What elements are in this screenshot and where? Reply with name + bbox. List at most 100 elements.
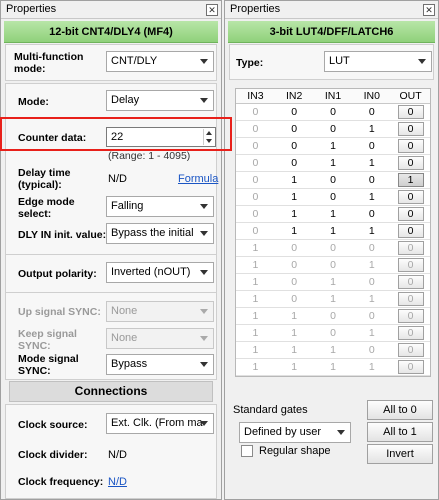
- table-cell: 0: [252, 123, 259, 135]
- clock-frequency-label: Clock frequency:: [18, 476, 104, 488]
- all-to-1-button[interactable]: All to 1: [367, 422, 433, 442]
- out-toggle-button[interactable]: 0: [397, 258, 424, 272]
- edge-mode-select[interactable]: Falling: [106, 196, 214, 217]
- mode-signal-select[interactable]: Bypass: [106, 354, 214, 375]
- table-cell: 1: [330, 208, 336, 220]
- out-toggle-button[interactable]: 0: [397, 309, 424, 323]
- up-signal-select: None: [106, 301, 214, 322]
- type-section: Type: LUT: [229, 44, 434, 80]
- out-toggle-button[interactable]: 0: [397, 122, 424, 136]
- table-cell: 0: [291, 276, 298, 288]
- formula-link[interactable]: Formula: [178, 173, 218, 185]
- table-row: 0 1 1 0 0: [236, 206, 430, 223]
- out-toggle-button[interactable]: 0: [397, 190, 424, 204]
- standard-gates-label: Standard gates: [233, 404, 308, 416]
- mode-label: Mode:: [18, 96, 49, 108]
- table-cell: 0: [291, 123, 298, 135]
- table-cell: 1: [330, 276, 336, 288]
- edge-mode-label: Edge mode select:: [18, 196, 75, 220]
- out-toggle-button[interactable]: 0: [397, 292, 424, 306]
- table-cell: 1: [330, 225, 336, 237]
- table-row: 1 0 1 1 0: [236, 291, 430, 308]
- table-row: 1 0 0 1 0: [236, 257, 430, 274]
- table-cell: 0: [391, 155, 430, 171]
- table-cell: 1: [252, 344, 259, 356]
- connections-section: Clock source: Ext. Clk. (From ma Clock d…: [5, 404, 217, 499]
- right-panel-title: Properties: [230, 3, 281, 15]
- table-cell: 0: [252, 191, 259, 203]
- table-cell: 1: [368, 191, 375, 203]
- table-cell: 1: [291, 361, 298, 373]
- table-cell: 1: [291, 327, 298, 339]
- out-toggle-button[interactable]: 0: [397, 360, 424, 374]
- table-cell: 1: [291, 225, 298, 237]
- table-row: 0 0 0 1 0: [236, 121, 430, 138]
- type-select[interactable]: LUT: [324, 51, 432, 72]
- out-toggle-button[interactable]: 0: [397, 241, 424, 255]
- out-toggle-button[interactable]: 0: [397, 275, 424, 289]
- table-cell: 0: [391, 189, 430, 205]
- regular-shape-checkbox[interactable]: [241, 445, 253, 457]
- delay-time-label: Delay time (typical):: [18, 167, 71, 191]
- out-toggle-button[interactable]: 0: [397, 105, 424, 119]
- left-close-icon[interactable]: ✕: [206, 4, 218, 16]
- table-cell: 0: [330, 259, 336, 271]
- out-toggle-button[interactable]: 0: [397, 326, 424, 340]
- table-row: 0 0 0 0 0: [236, 104, 430, 121]
- out-toggle-button[interactable]: 0: [397, 139, 424, 153]
- right-close-icon[interactable]: ✕: [423, 4, 435, 16]
- table-cell: 1: [252, 242, 259, 254]
- table-cell: 0: [391, 138, 430, 154]
- out-toggle-button[interactable]: 0: [397, 156, 424, 170]
- table-cell: 0: [330, 242, 336, 254]
- out-toggle-button[interactable]: 0: [397, 207, 424, 221]
- table-cell: 0: [368, 276, 375, 288]
- mf-mode-label: Multi-function mode:: [14, 51, 84, 75]
- table-cell: 0: [368, 208, 375, 220]
- truth-table: IN3 IN2 IN1 IN0 OUT 000000001000100001100100…: [235, 88, 431, 377]
- table-cell: 1: [368, 293, 375, 305]
- table-cell: 0: [291, 293, 298, 305]
- output-polarity-label: Output polarity:: [18, 268, 97, 280]
- delay-time-value: N/D: [108, 173, 127, 185]
- all-to-0-button[interactable]: All to 0: [367, 400, 433, 420]
- table-row: 0 1 0 0 1: [236, 172, 430, 189]
- table-cell: 0: [291, 242, 298, 254]
- clock-divider-label: Clock divider:: [18, 449, 88, 461]
- chevron-down-icon: [200, 336, 208, 341]
- table-cell: 1: [291, 208, 298, 220]
- table-cell: 0: [252, 140, 259, 152]
- table-cell: 0: [291, 140, 298, 152]
- dly-in-select[interactable]: Bypass the initial: [106, 223, 214, 244]
- chevron-down-icon: [200, 231, 208, 236]
- type-label: Type:: [236, 57, 264, 69]
- mf-mode-select[interactable]: CNT/DLY: [106, 51, 214, 72]
- table-cell: 0: [330, 106, 336, 118]
- table-cell: 0: [291, 259, 298, 271]
- table-cell: 0: [391, 291, 430, 307]
- table-cell: 1: [330, 344, 336, 356]
- table-cell: 0: [391, 308, 430, 324]
- out-toggle-button[interactable]: 1: [397, 173, 424, 187]
- clock-source-select[interactable]: Ext. Clk. (From ma: [106, 413, 214, 434]
- table-cell: 0: [391, 206, 430, 222]
- out-toggle-button[interactable]: 0: [397, 224, 424, 238]
- clock-frequency-link[interactable]: N/D: [108, 476, 127, 488]
- clock-divider-value: N/D: [108, 449, 127, 461]
- table-cell: 0: [368, 106, 375, 118]
- output-polarity-select[interactable]: Inverted (nOUT): [106, 262, 214, 283]
- divider: [6, 254, 216, 255]
- chevron-down-icon: [200, 59, 208, 64]
- out-toggle-button[interactable]: 0: [397, 343, 424, 357]
- chevron-down-icon: [200, 98, 208, 103]
- column-header: IN2: [286, 90, 303, 102]
- mode-select[interactable]: Delay: [106, 90, 214, 111]
- invert-button[interactable]: Invert: [367, 444, 433, 464]
- table-cell: 1: [368, 157, 375, 169]
- table-cell: 0: [391, 342, 430, 358]
- mode-signal-label: Mode signal SYNC:: [18, 353, 79, 377]
- gates-select[interactable]: Defined by user: [239, 422, 351, 443]
- mf-mode-section: Multi-function mode: CNT/DLY: [5, 44, 217, 81]
- table-row: 0 0 1 0 0: [236, 138, 430, 155]
- table-cell: 1: [368, 123, 375, 135]
